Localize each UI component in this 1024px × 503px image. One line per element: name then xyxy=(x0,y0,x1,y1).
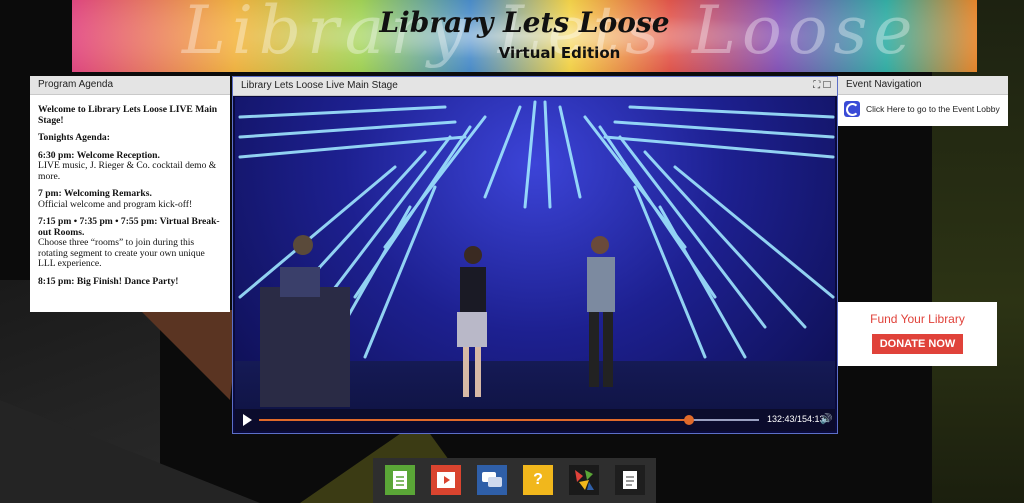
play-icon[interactable] xyxy=(243,414,252,426)
document-icon[interactable] xyxy=(385,465,415,495)
event-banner: Library Lets Loose Library Lets Loose Vi… xyxy=(72,0,977,72)
background-triangle xyxy=(140,310,240,400)
fullscreen-icon[interactable]: ⛶ xyxy=(813,80,820,91)
banner-subtitle: Virtual Edition xyxy=(498,44,621,62)
lobby-icon xyxy=(844,101,860,117)
donate-button[interactable]: DONATE NOW xyxy=(871,334,964,354)
event-lobby-link[interactable]: Click Here to go to the Event Lobby xyxy=(838,95,1008,123)
main-stage-header: Library Lets Loose Live Main Stage ⛶ ☐ xyxy=(233,77,837,96)
seek-bar-progress xyxy=(259,419,690,421)
event-lobby-link-label: Click Here to go to the Event Lobby xyxy=(866,104,1000,114)
main-stage-title: Library Lets Loose Live Main Stage xyxy=(241,80,398,91)
bottom-toolbar: ? xyxy=(373,458,656,503)
popout-icon[interactable]: ☐ xyxy=(823,80,831,91)
chat-icon[interactable] xyxy=(477,465,507,495)
event-navigation-panel: Event Navigation Click Here to go to the… xyxy=(838,76,1008,126)
main-stage-panel: Library Lets Loose Live Main Stage ⛶ ☐ 1… xyxy=(232,76,838,434)
program-agenda-title: Program Agenda xyxy=(30,76,230,95)
agenda-content: Welcome to Library Lets Loose LIVE Main … xyxy=(30,95,230,300)
agenda-item: 7 pm: Welcoming Remarks. Official welcome… xyxy=(38,188,193,210)
page-icon[interactable] xyxy=(615,465,645,495)
background-triangle xyxy=(0,400,260,503)
mosaic-icon[interactable] xyxy=(569,465,599,495)
program-agenda-panel: Program Agenda Welcome to Library Lets L… xyxy=(30,76,230,312)
fund-library-panel: Fund Your Library DONATE NOW xyxy=(838,302,997,366)
agenda-item: 8:15 pm: Big Finish! Dance Party! xyxy=(38,275,179,287)
banner-title: Library Lets Loose xyxy=(379,6,670,39)
event-navigation-title: Event Navigation xyxy=(838,76,1008,95)
video-player[interactable]: 132:43/154:13 🔊 xyxy=(235,97,835,431)
volume-icon[interactable]: 🔊 xyxy=(820,414,832,425)
agenda-item: 6:30 pm: Welcome Reception. LIVE music, J… xyxy=(38,149,217,182)
performers xyxy=(260,235,615,407)
seek-handle[interactable] xyxy=(684,415,695,425)
seek-bar[interactable] xyxy=(259,415,759,425)
agenda-item: 7:15 pm • 7:35 pm • 7:55 pm: Virtual Bre… xyxy=(38,216,220,269)
video-controls: 132:43/154:13 🔊 xyxy=(235,409,835,431)
fund-library-title: Fund Your Library xyxy=(870,312,965,326)
question-icon[interactable]: ? xyxy=(523,465,553,495)
agenda-heading: Tonights Agenda: xyxy=(38,132,110,143)
video-icon[interactable] xyxy=(431,465,461,495)
agenda-intro: Welcome to Library Lets Loose LIVE Main … xyxy=(38,104,218,126)
time-display: 132:43/154:13 xyxy=(767,414,825,424)
